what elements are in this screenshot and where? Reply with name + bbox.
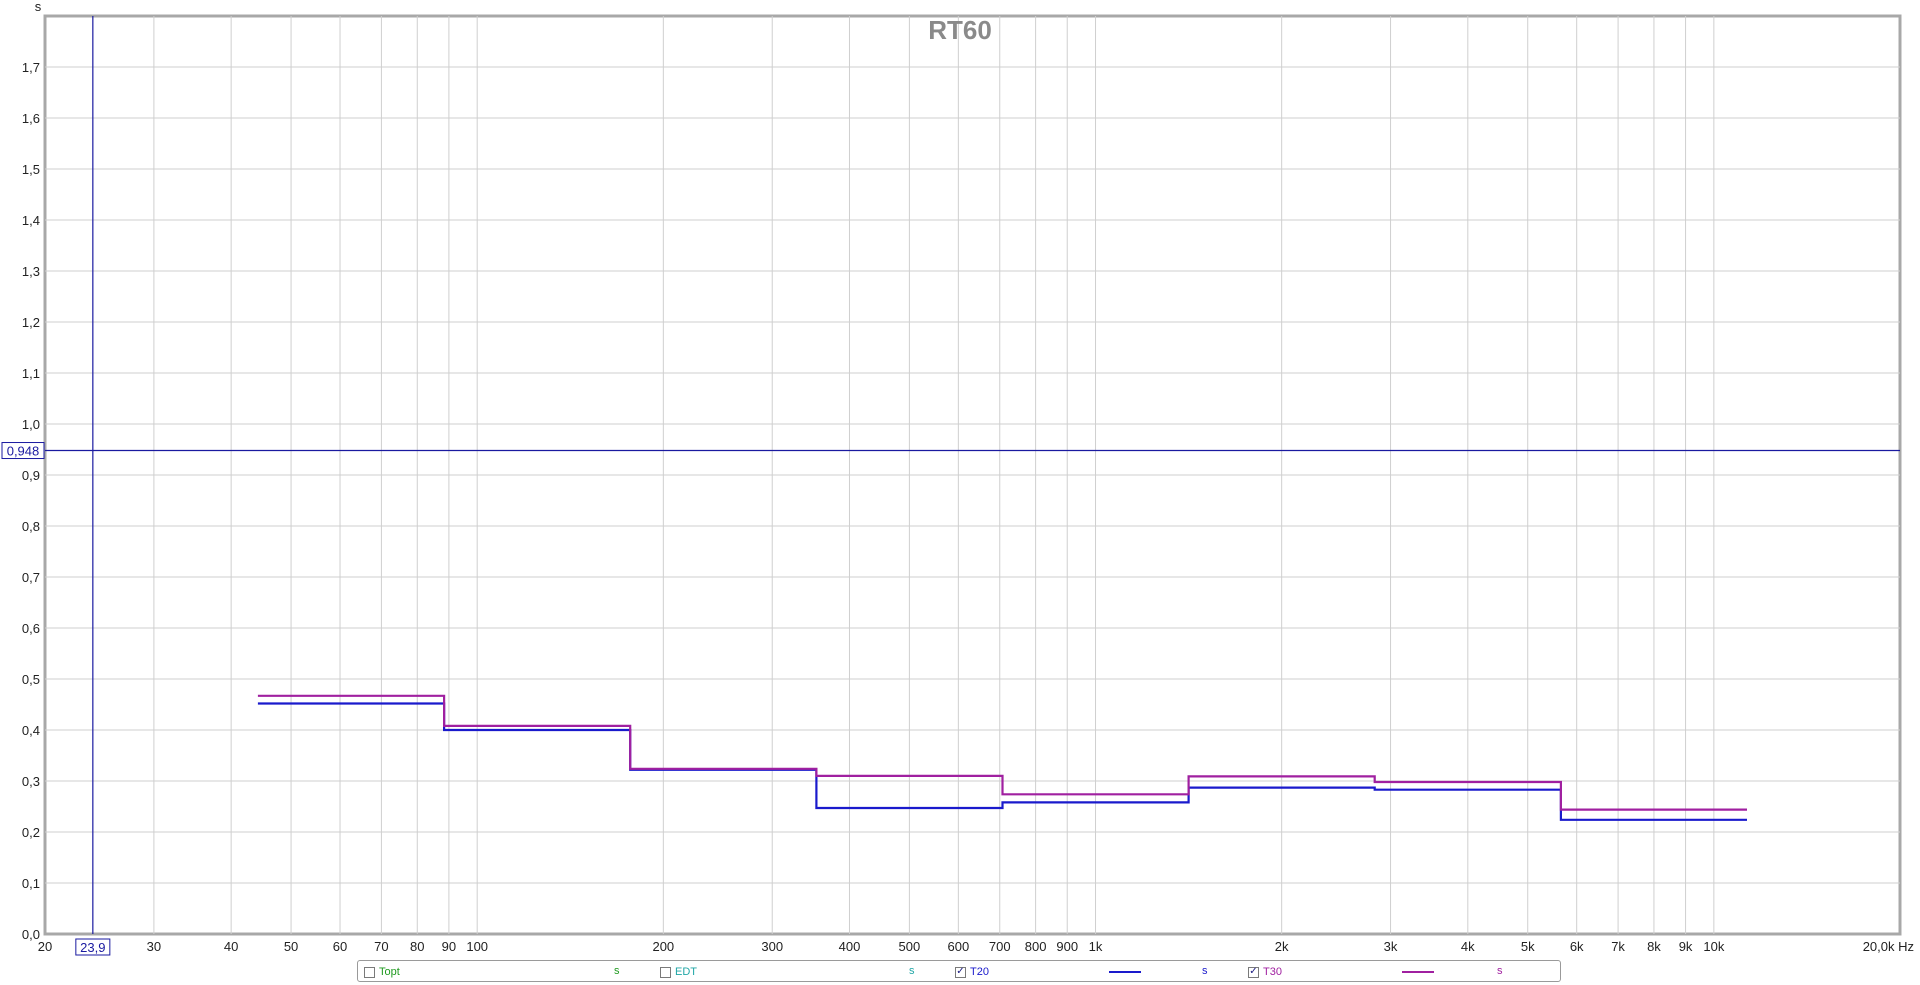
x-tick-label: 300 — [761, 939, 783, 954]
x-tick-label: 40 — [224, 939, 238, 954]
edt-label: EDT — [675, 966, 697, 978]
t20-unit: s — [1202, 965, 1208, 977]
y-tick-label: 1,4 — [22, 213, 40, 228]
x-tick-label: 90 — [442, 939, 456, 954]
legend-item-t20[interactable]: ✓ T20 — [955, 964, 989, 980]
x-tick-label: 900 — [1056, 939, 1078, 954]
x-tick-label: 50 — [284, 939, 298, 954]
topt-checkbox[interactable] — [364, 966, 375, 978]
y-tick-label: 0,6 — [22, 621, 40, 636]
legend-item-topt[interactable]: Topt — [364, 964, 400, 980]
x-tick-label: 10k — [1703, 939, 1724, 954]
cursor-x-readout: 23,9 — [80, 940, 105, 955]
y-tick-label: 1,2 — [22, 315, 40, 330]
legend-item-edt[interactable]: EDT — [660, 964, 697, 980]
x-tick-label: 30 — [147, 939, 161, 954]
topt-unit: s — [614, 965, 620, 977]
x-tick-label: 7k — [1611, 939, 1625, 954]
t30-checkbox[interactable]: ✓ — [1248, 966, 1259, 978]
y-tick-label: 1,3 — [22, 264, 40, 279]
y-tick-label: 0,4 — [22, 723, 40, 738]
x-tick-label: 2k — [1275, 939, 1289, 954]
y-tick-label: 0,1 — [22, 876, 40, 891]
x-tick-label: 1k — [1089, 939, 1103, 954]
t30-label: T30 — [1263, 966, 1282, 978]
x-tick-label: 700 — [989, 939, 1011, 954]
x-axis-ticks: 20 30 40 50 60 70 80 90 100 200 300 400 500 600 700 800… — [38, 939, 1914, 954]
y-tick-label: 0,7 — [22, 570, 40, 585]
cursor-y-readout: 0,948 — [7, 444, 40, 459]
t30-swatch — [1402, 971, 1434, 973]
chart-title: RT60 — [928, 15, 992, 45]
x-tick-label: 20,0k Hz — [1863, 939, 1914, 954]
y-tick-label: 0,2 — [22, 825, 40, 840]
x-tick-label: 8k — [1647, 939, 1661, 954]
x-tick-label: 500 — [899, 939, 921, 954]
x-tick-label: 400 — [839, 939, 861, 954]
y-tick-label: 1,6 — [22, 111, 40, 126]
y-tick-label: 0,8 — [22, 519, 40, 534]
x-tick-label: 4k — [1461, 939, 1475, 954]
topt-label: Topt — [379, 966, 400, 978]
legend-item-t30[interactable]: ✓ T30 — [1248, 964, 1282, 980]
rt60-chart: 20 30 40 50 60 70 80 90 100 200 300 400 500 600 700 800… — [1, 0, 1914, 956]
x-tick-label: 600 — [948, 939, 970, 954]
y-tick-label: 0,3 — [22, 774, 40, 789]
y-axis-label: s — [35, 0, 42, 14]
x-tick-label: 70 — [374, 939, 388, 954]
x-tick-label: 60 — [333, 939, 347, 954]
x-tick-label: 6k — [1570, 939, 1584, 954]
y-tick-label: 1,1 — [22, 366, 40, 381]
edt-checkbox[interactable] — [660, 966, 671, 978]
y-tick-label: 0,0 — [22, 927, 40, 942]
edt-unit: s — [909, 965, 915, 977]
y-tick-label: 1,0 — [22, 417, 40, 432]
y-tick-label: 0,9 — [22, 468, 40, 483]
x-tick-label: 800 — [1025, 939, 1047, 954]
t30-unit: s — [1497, 965, 1503, 977]
x-tick-label: 200 — [652, 939, 674, 954]
x-tick-label: 100 — [466, 939, 488, 954]
t20-checkbox[interactable]: ✓ — [955, 966, 966, 978]
y-tick-label: 1,5 — [22, 162, 40, 177]
y-axis-ticks: 0,0 0,1 0,2 0,3 0,4 0,5 0,6 0,7 0,8 0,9 1,0 1,1 1,2 1… — [22, 60, 40, 942]
t20-label: T20 — [970, 966, 989, 978]
y-tick-label: 0,5 — [22, 672, 40, 687]
x-tick-label: 3k — [1384, 939, 1398, 954]
x-tick-label: 80 — [410, 939, 424, 954]
x-tick-label: 9k — [1679, 939, 1693, 954]
x-tick-label: 5k — [1521, 939, 1535, 954]
y-tick-label: 1,7 — [22, 60, 40, 75]
legend-bar: Topt s EDT s ✓ T20 s ✓ T30 s — [357, 960, 1561, 982]
t20-swatch — [1109, 971, 1141, 973]
